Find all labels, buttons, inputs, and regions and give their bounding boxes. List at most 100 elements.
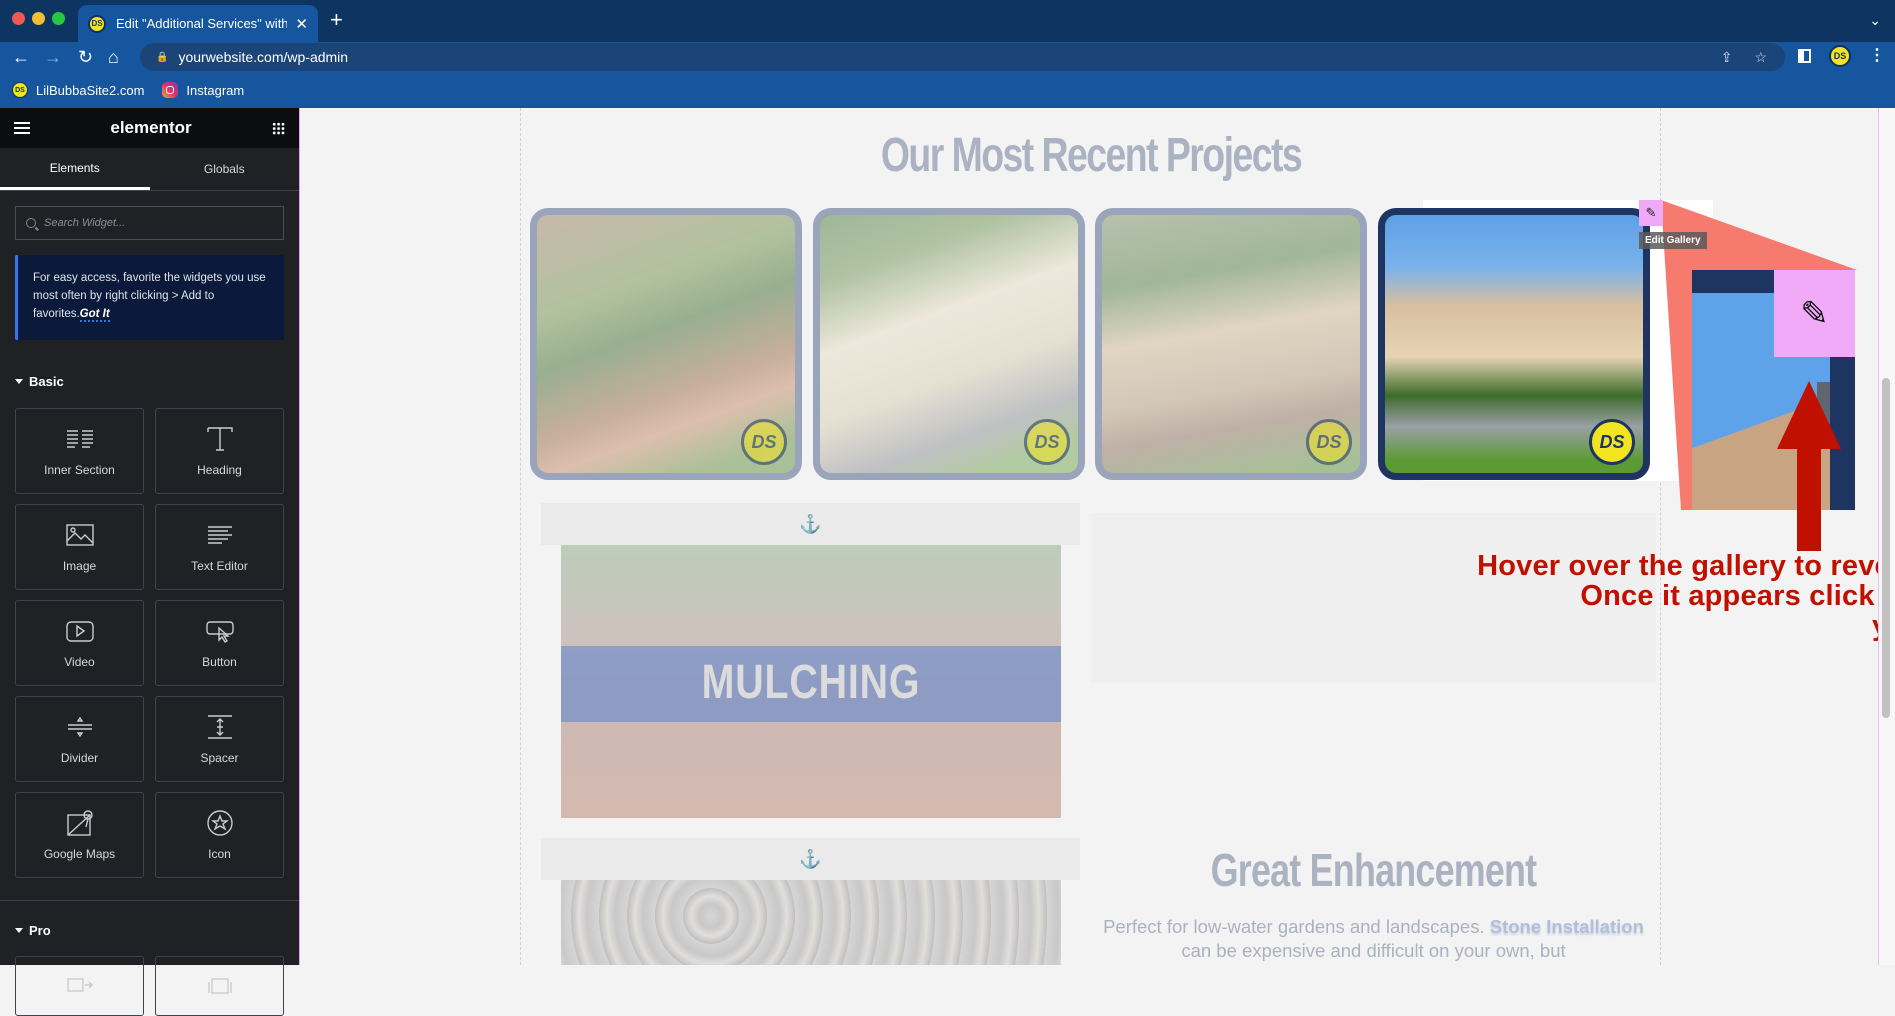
heading-icon [206, 427, 233, 451]
tab-elements[interactable]: Elements [0, 148, 150, 190]
google-maps-icon [66, 810, 93, 836]
star-icon [206, 810, 233, 836]
section-basic-toggle[interactable]: Basic [15, 374, 284, 389]
reload-button[interactable]: ↻ [78, 46, 93, 68]
window-maximize-button[interactable] [52, 12, 65, 25]
browser-menu-icon[interactable]: ⋮ [1869, 48, 1885, 64]
tab-title: Edit "Additional Services" with Elemento… [116, 16, 288, 31]
widget-text-editor[interactable]: Text Editor [155, 504, 284, 590]
widget-image[interactable]: Image [15, 504, 144, 590]
url-field[interactable]: 🔒 yourwebsite.com/wp-admin ⇪ ☆ [140, 43, 1785, 71]
share-icon[interactable]: ⇪ [1721, 49, 1733, 66]
anchor-icon: ⚓ [799, 848, 822, 869]
section-pro-toggle[interactable]: Pro [15, 923, 284, 938]
widget-button[interactable]: Button [155, 600, 284, 686]
bookmark-star-icon[interactable]: ☆ [1754, 49, 1767, 66]
stone-installation-link[interactable]: Stone Installation [1490, 916, 1644, 937]
gallery-image[interactable]: DS [813, 208, 1085, 480]
great-enhancement-text[interactable]: Perfect for low-water gardens and landsc… [1091, 915, 1656, 963]
pro-widgets-grid [15, 956, 284, 1016]
search-icon [26, 218, 36, 228]
window-minimize-button[interactable] [32, 12, 45, 25]
caret-down-icon [15, 379, 23, 384]
widget-label: Text Editor [191, 559, 248, 573]
widget-label: Spacer [200, 751, 239, 765]
widget-label: Button [202, 655, 237, 669]
tab-close-icon[interactable]: ✕ [295, 15, 308, 33]
widget-heading[interactable]: Heading [155, 408, 284, 494]
frame-edge [1692, 270, 1775, 293]
pencil-icon: ✎ [1774, 270, 1855, 357]
stones-image[interactable] [561, 880, 1061, 965]
bookmark-instagram[interactable]: Instagram [162, 82, 244, 98]
ds-logo-icon: DS [12, 82, 28, 98]
bookmark-label: Instagram [186, 82, 245, 98]
tab-globals[interactable]: Globals [150, 148, 300, 190]
widget-icon[interactable]: Icon [155, 792, 284, 878]
ds-logo-badge: DS [1589, 419, 1635, 465]
menu-icon[interactable] [14, 122, 30, 134]
menu-anchor-placeholder[interactable]: ⚓ [541, 838, 1080, 880]
tip-text: For easy access, favorite the widgets yo… [33, 272, 266, 320]
edit-gallery-tooltip: Edit Gallery [1639, 232, 1707, 249]
paragraph-text: Perfect for low-water gardens and landsc… [1103, 916, 1490, 937]
widget-label: Divider [60, 751, 99, 765]
widget-divider[interactable]: Divider [15, 696, 144, 782]
home-button[interactable]: ⌂ [108, 46, 119, 68]
bookmark-lilbubbasite[interactable]: DS LilBubbaSite2.com [12, 82, 144, 98]
widget-google-maps[interactable]: Google Maps [15, 792, 144, 878]
inner-section-icon [66, 430, 93, 448]
canvas-scrollbar[interactable] [1882, 378, 1890, 718]
menu-anchor-placeholder[interactable]: ⚓ [541, 503, 1080, 545]
paragraph-text: can be expensive and difficult on your o… [1181, 940, 1566, 961]
widget-video[interactable]: Video [15, 600, 144, 686]
edit-gallery-pencil-button[interactable]: ✎ [1639, 200, 1663, 226]
mulching-image[interactable]: MULCHING [561, 545, 1061, 818]
profile-avatar[interactable]: DS [1829, 45, 1851, 67]
video-icon [65, 621, 94, 642]
section-title: Basic [29, 374, 64, 389]
red-arrow-shaft [1797, 448, 1821, 551]
got-it-link[interactable]: Got It [79, 308, 110, 322]
ds-logo-badge: DS [741, 419, 787, 465]
widget-search-input[interactable] [44, 217, 264, 229]
elementor-panel: elementor Elements Globals For easy acce… [0, 108, 300, 1016]
widget-pro-posts[interactable] [15, 956, 144, 1016]
gallery-image[interactable]: DS [1095, 208, 1367, 480]
forward-button[interactable]: → [44, 46, 62, 68]
bookmarks-bar: DS LilBubbaSite2.com Instagram [0, 72, 1895, 108]
new-tab-button[interactable]: + [330, 9, 343, 31]
gallery-image[interactable]: DS [1378, 208, 1650, 480]
mulching-label: MULCHING [701, 656, 921, 709]
red-arrow-up-icon [1777, 381, 1841, 449]
section-title: Pro [29, 923, 51, 938]
window-close-button[interactable] [12, 12, 25, 25]
instagram-icon [162, 82, 179, 98]
great-enhancement-heading[interactable]: Great Enhancement [1153, 843, 1594, 897]
widgets-grid-icon[interactable] [272, 121, 285, 135]
ds-logo-badge: DS [1306, 419, 1352, 465]
side-panel-icon[interactable] [1798, 49, 1811, 63]
widget-pro-slides[interactable] [155, 956, 284, 1016]
widget-label: Icon [208, 847, 231, 861]
elementor-logo: elementor [110, 118, 192, 137]
back-button[interactable]: ← [12, 46, 30, 68]
widget-label: Inner Section [44, 463, 115, 477]
widget-inner-section[interactable]: Inner Section [15, 408, 144, 494]
panel-header: elementor [0, 108, 299, 148]
divider-icon [67, 716, 92, 738]
widget-label: Heading [197, 463, 242, 477]
favorites-tip: For easy access, favorite the widgets yo… [15, 255, 284, 340]
spacer-icon [207, 715, 232, 739]
url-text: yourwebsite.com/wp-admin [178, 49, 349, 65]
gallery-image[interactable]: DS [530, 208, 802, 480]
browser-tab-active[interactable]: DS Edit "Additional Services" with Eleme… [78, 5, 318, 42]
widget-spacer[interactable]: Spacer [155, 696, 284, 782]
tab-search-chevron-icon[interactable]: ⌄ [1869, 12, 1881, 29]
column-guide [520, 108, 521, 965]
posts-icon [66, 978, 93, 992]
recent-projects-heading[interactable]: Our Most Recent Projects [646, 128, 1535, 183]
ds-logo-badge: DS [1024, 419, 1070, 465]
lock-icon: 🔒 [156, 51, 169, 63]
section-divider [0, 900, 299, 901]
